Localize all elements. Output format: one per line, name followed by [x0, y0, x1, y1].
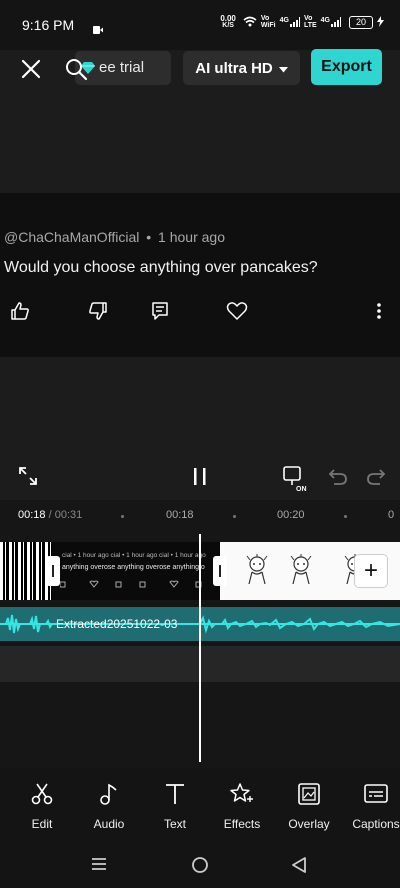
music-note-icon [97, 782, 121, 811]
charging-icon [377, 15, 384, 29]
tool-label: Overlay [288, 817, 330, 831]
comment-actions [0, 299, 400, 327]
system-nav-bar [0, 838, 400, 888]
recent-apps-icon[interactable] [91, 856, 107, 877]
sparkle-star-icon [230, 782, 254, 811]
search-icon[interactable] [64, 57, 88, 86]
network-speed: 0.00 K/S [220, 14, 236, 30]
tool-audio[interactable]: Audio [74, 782, 144, 831]
tool-label: Audio [93, 817, 125, 831]
ruler-dot [344, 515, 347, 518]
tool-label: Text [163, 817, 186, 831]
status-time: 9:16 PM [22, 17, 75, 33]
home-icon[interactable] [191, 856, 209, 879]
back-icon[interactable] [291, 856, 307, 879]
more-options-icon [375, 301, 383, 326]
network-label-1: Vo WiFi [260, 15, 276, 29]
reply-icon [150, 301, 170, 326]
cartoon-thumbnail [290, 554, 312, 585]
heart-icon [226, 301, 248, 326]
quality-dropdown[interactable]: AI ultra HD [183, 51, 300, 85]
signal-icon: 4G [280, 17, 300, 27]
total-time: / 00:31 [48, 509, 83, 521]
comment-meta: @ChaChaManOfficial • 1 hour ago [4, 229, 225, 245]
video-clip[interactable]: cial • 1 hour ago cial • 1 hour ago cial… [0, 542, 220, 600]
tool-label: Effects [223, 817, 261, 831]
preview-area [0, 88, 400, 193]
ruler-mark: 00:20 [277, 509, 305, 521]
signal-icon: 4G [321, 17, 341, 27]
ruler-dot [233, 515, 236, 518]
editor-top-bar: ee trial AI ultra HD Export [0, 48, 400, 88]
ruler-dot [121, 515, 124, 518]
status-bar: 9:16 PM 0.00 K/S Vo WiFi 4G Vo LTE 4G 20 [0, 0, 400, 50]
overlay-image-icon [297, 782, 321, 811]
status-icons: 0.00 K/S Vo WiFi 4G Vo LTE 4G 20 [220, 15, 384, 29]
screen-record-icon [93, 21, 103, 39]
captions-icon [363, 782, 389, 811]
clip-thumb-icons [60, 580, 202, 588]
tool-effects[interactable]: Effects [207, 782, 277, 831]
comment-text: Would you choose anything over pancakes? [4, 259, 318, 276]
text-icon [163, 782, 187, 811]
ruler-mark: 00:18 [166, 509, 194, 521]
network-label-2: Vo LTE [303, 15, 317, 29]
tool-overlay[interactable]: Overlay [274, 782, 344, 831]
wifi-icon [243, 16, 257, 29]
svg-text:ON: ON [296, 486, 307, 492]
tool-edit[interactable]: Edit [7, 782, 77, 831]
undo-icon[interactable] [328, 468, 348, 491]
caret-down-icon [278, 60, 288, 77]
add-clip-button[interactable]: + [354, 554, 388, 588]
fullscreen-icon[interactable] [18, 466, 38, 491]
battery-icon: 20 [349, 15, 373, 29]
comment-time: 1 hour ago [158, 229, 225, 245]
comment-author: @ChaChaManOfficial [4, 229, 140, 245]
tool-text[interactable]: Text [140, 782, 210, 831]
pause-icon[interactable] [190, 466, 210, 493]
clip-trim-handle-right[interactable] [213, 556, 227, 586]
tool-label: Edit [31, 817, 53, 831]
clip-thumb-text: anything overose anything overose anythi… [62, 564, 205, 571]
tool-captions[interactable]: Captions [341, 782, 400, 831]
audio-clip-label: Extracted20251022-03 [56, 617, 178, 631]
comment-separator: • [146, 229, 152, 245]
tool-label: Captions [352, 817, 400, 831]
playhead[interactable] [199, 534, 201, 762]
clip-thumbnail [0, 542, 52, 600]
free-trial-button[interactable]: ee trial [75, 51, 171, 85]
preview-comment-card: @ChaChaManOfficial • 1 hour ago Would yo… [0, 193, 400, 357]
thumbs-down-icon [88, 301, 108, 326]
export-button[interactable]: Export [311, 49, 382, 85]
redo-icon[interactable] [366, 468, 386, 491]
time-ruler: 00:18 / 00:31 00:18 00:20 0 [0, 508, 400, 524]
current-time: 00:18 / 00:31 [18, 509, 83, 521]
keyframe-on-icon[interactable]: ON [282, 464, 310, 497]
quality-label: AI ultra HD [195, 59, 273, 77]
free-trial-label: ee trial [99, 59, 145, 76]
clip-thumb-caption: cial • 1 hour ago cial • 1 hour ago cial… [62, 552, 206, 559]
scissors-icon [30, 782, 54, 811]
thumbs-up-icon [10, 301, 30, 326]
clip-trim-handle-left[interactable] [46, 556, 60, 586]
ruler-mark: 0 [388, 509, 395, 521]
cartoon-thumbnail [246, 554, 268, 585]
editor-toolbar: Edit Audio Text Effects Overlay Captions [0, 768, 400, 838]
close-icon[interactable] [18, 56, 44, 82]
playback-controls: ON [0, 458, 400, 498]
